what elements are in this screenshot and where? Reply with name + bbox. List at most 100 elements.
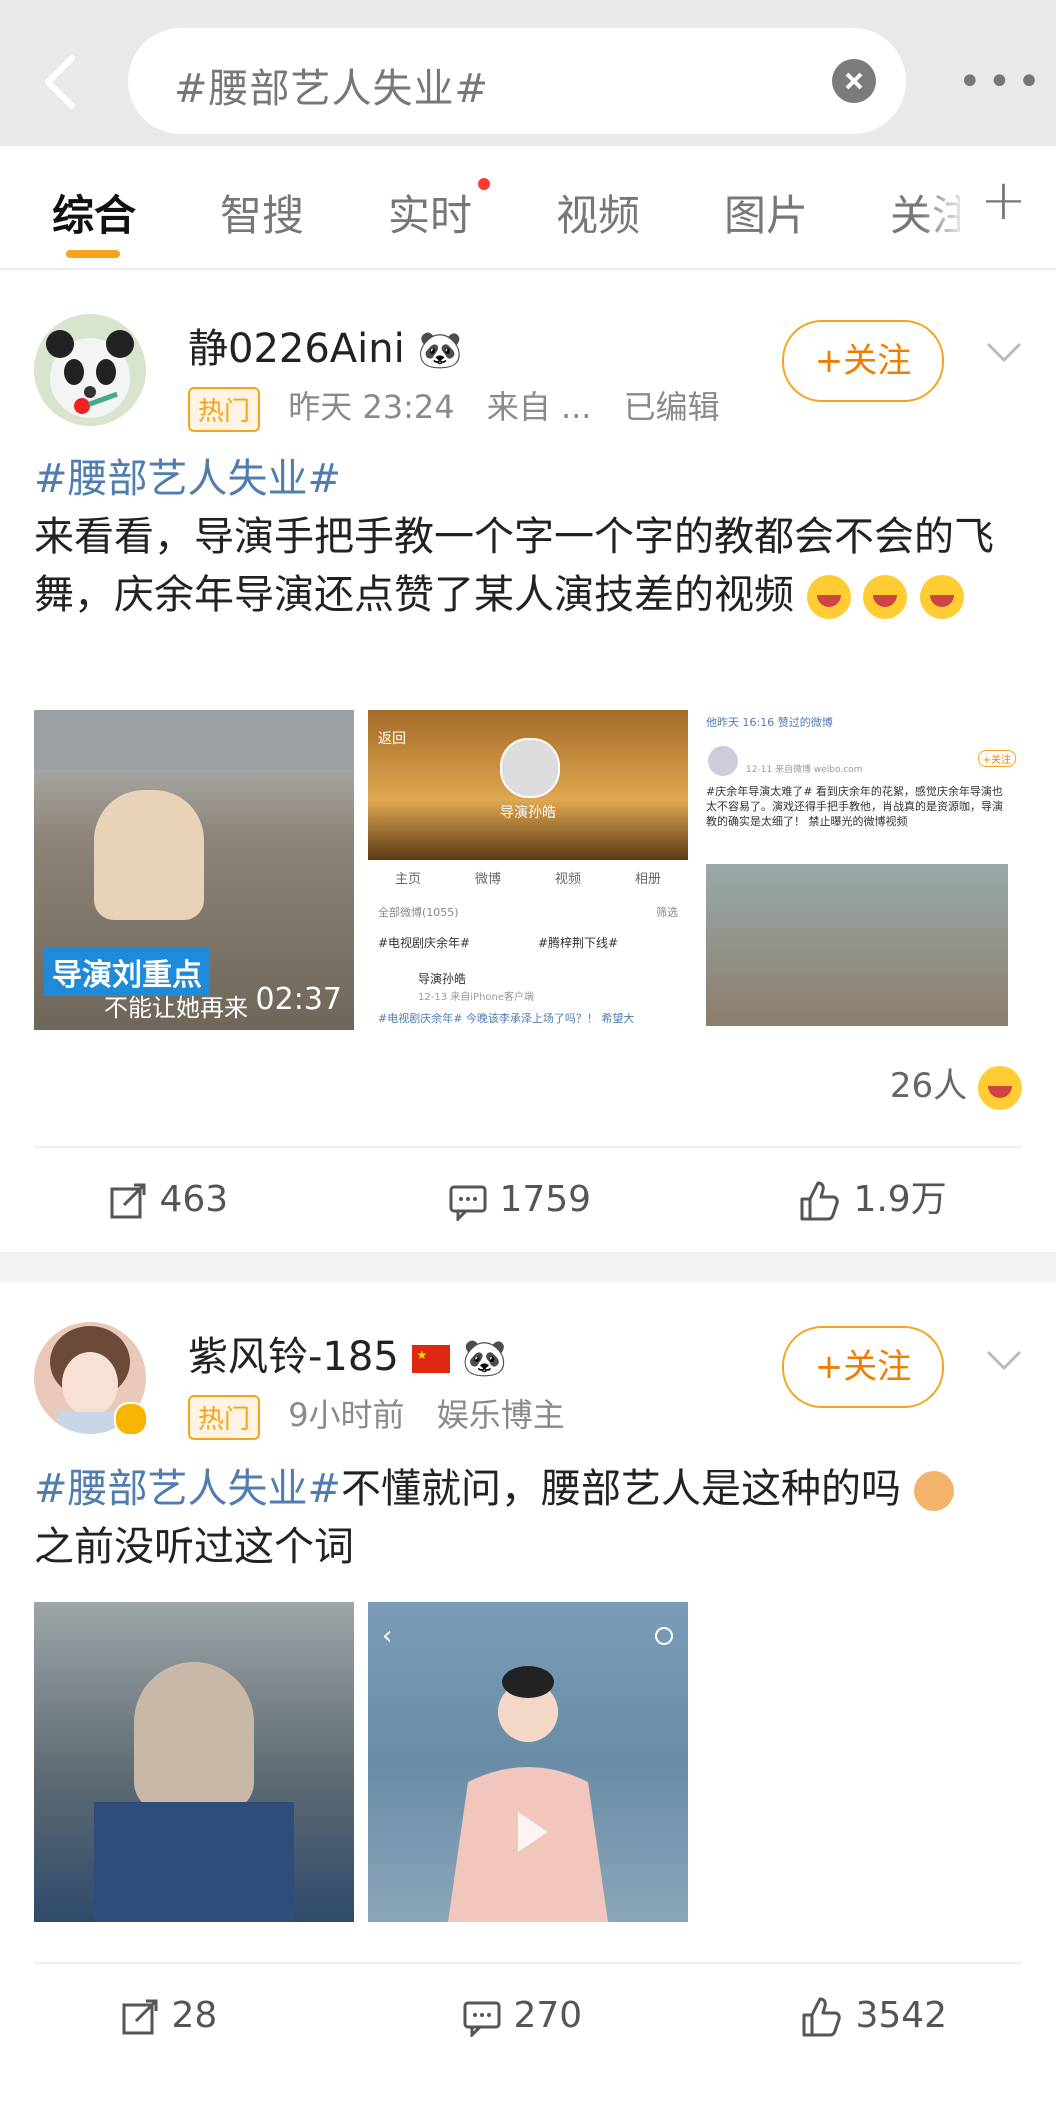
video-still: ‹ (382, 1621, 673, 1922)
active-tab-indicator (66, 250, 120, 258)
profile-nav: 主页 微博 视频 相册 (368, 868, 688, 887)
repost-button[interactable]: 463 (108, 1160, 228, 1240)
post-author[interactable]: 静0226Aini 🐼 (188, 316, 462, 374)
post-source: 来自 ... (486, 388, 592, 426)
panda-avatar-icon (34, 314, 146, 426)
post-image[interactable]: 返回 导演孙皓 主页 微博 视频 相册 全部微博(1055) 筛选 #电视剧庆余… (368, 710, 688, 1030)
comment-button[interactable]: 270 (462, 1976, 582, 2056)
post-text: #腰部艺人失业#不懂就问，腰部艺人是这种的吗 之前没听过这个词 (34, 1460, 1024, 1576)
repost-button[interactable]: 28 (120, 1976, 217, 2056)
profile-nav-item: 视频 (554, 872, 581, 887)
post-author[interactable]: 紫风铃-185 ★ 🐼 (188, 1324, 507, 1382)
comment-icon (463, 2001, 501, 2039)
hashtag-link[interactable]: #腰部艺人失业# (34, 1466, 341, 1512)
post-card: 静0226Aini 🐼 热门 昨天 23:24 来自 ... 已编辑 +关注 #… (0, 270, 1056, 1270)
post-image[interactable] (34, 1602, 354, 1922)
verified-badge-icon (114, 1402, 148, 1436)
person-figure (94, 790, 204, 920)
liked-avatar (708, 746, 738, 776)
post-image[interactable]: 导演刘重点 不能让她再来 02:37 (34, 710, 354, 1030)
tab-bar: 综合 智搜 实时 视频 图片 关注 + (0, 146, 1056, 270)
panda-badge-icon: 🐼 (417, 330, 463, 371)
tab-fade (920, 166, 970, 246)
clothing (94, 1802, 294, 1922)
tab-video[interactable]: 视频 (556, 182, 640, 243)
profile-snippet: #电视剧庆余年# 今晚该李承泽上场了吗？！ 希望大 (378, 1012, 635, 1025)
search-query: #腰部艺人失业# (174, 66, 490, 112)
follow-button[interactable]: +关注 (782, 1326, 944, 1408)
dog-emoji-icon (913, 1471, 954, 1511)
liked-time: 12-11 来自微博 weibo.com (746, 765, 863, 775)
panda-badge-icon: 🐼 (462, 1338, 508, 1379)
post-meta: 热门 昨天 23:24 来自 ... 已编辑 (188, 382, 720, 432)
video-duration: 02:37 (255, 982, 342, 1017)
thumbs-up-icon (800, 1181, 839, 1221)
post-body: 不懂就问，腰部艺人是这种的吗 (341, 1466, 902, 1512)
profile-nav-item: 主页 (394, 872, 421, 887)
like-button[interactable]: 3542 (800, 1976, 947, 2056)
tab-comprehensive[interactable]: 综合 (52, 182, 136, 243)
liked-text: #庆余年导演太难了# 看到庆余年的花絮，感觉庆余年导演也太不容易了。演戏还得手把… (706, 785, 1003, 828)
tab-smart-search[interactable]: 智搜 (220, 182, 304, 243)
clear-search-icon[interactable] (832, 59, 876, 103)
profile-nav-item: 微博 (474, 872, 501, 887)
new-dot-badge (478, 178, 490, 190)
post-time: 9小时前 (288, 1396, 405, 1434)
liked-video-still (706, 864, 1008, 1026)
profile-poster-meta: 12-13 来自iPhone客户端 (418, 992, 534, 1003)
hot-badge: 热门 (188, 386, 261, 432)
profile-tag: #电视剧庆余年# (378, 936, 471, 950)
post-text: #腰部艺人失业# 来看看，导演手把手教一个字一个字的教都会不会的飞舞，庆余年导演… (34, 450, 1024, 624)
laugh-emoji-icon (920, 575, 965, 619)
repost-icon (122, 1999, 158, 2035)
follow-button[interactable]: +关注 (782, 320, 944, 402)
more-options-icon[interactable]: ••• (958, 62, 1047, 102)
chevron-down-icon[interactable] (986, 342, 1022, 362)
feed-gap (0, 1252, 1056, 1282)
comment-button[interactable]: 1759 (448, 1160, 591, 1240)
person-figure (134, 1662, 254, 1812)
tab-images[interactable]: 图片 (724, 182, 808, 243)
hashtag-link[interactable]: #腰部艺人失业# (34, 456, 341, 502)
divider (34, 1962, 1022, 1964)
like-button[interactable]: 1.9万 (798, 1160, 947, 1240)
back-link: 返回 (378, 731, 406, 747)
search-input[interactable]: #腰部艺人失业# (128, 28, 906, 134)
laugh-emoji-icon (806, 575, 851, 619)
profile-name: 导演孙皓 (500, 805, 556, 821)
divider (34, 1146, 1022, 1148)
chevron-down-icon[interactable] (986, 1350, 1022, 1370)
add-tab-icon[interactable]: + (980, 168, 1027, 233)
post-time: 昨天 23:24 (288, 388, 455, 426)
repost-count: 463 (159, 1179, 229, 1220)
reaction-summary[interactable]: 26人 (890, 1058, 1022, 1110)
reaction-count: 26人 (889, 1066, 968, 1106)
action-bar: 463 1759 1.9万 (0, 1160, 1056, 1240)
post-image[interactable]: 他昨天 16:16 赞过的微博 12-11 来自微博 weibo.com +关注… (702, 710, 1022, 1030)
profile-poster: 导演孙皓 (418, 972, 467, 986)
hot-badge: 热门 (188, 1394, 261, 1440)
liked-follow: +关注 (977, 750, 1016, 767)
like-count: 3542 (855, 1995, 948, 2036)
like-count: 1.9万 (853, 1179, 947, 1220)
tab-realtime[interactable]: 实时 (388, 182, 472, 243)
author-name: 静0226Aini (188, 326, 405, 372)
post-image[interactable]: ‹ (368, 1602, 688, 1922)
video-subtitle: 不能让她再来 (104, 994, 248, 1022)
avatar[interactable] (34, 314, 146, 426)
profile-nav-item: 相册 (634, 872, 661, 887)
edited-label: 已编辑 (623, 388, 720, 426)
roof (34, 710, 354, 770)
profile-count: 全部微博(1055) (378, 906, 459, 919)
back-icon[interactable] (40, 52, 80, 112)
repost-icon (110, 1183, 146, 1219)
action-bar: 28 270 3542 (0, 1976, 1056, 2056)
china-flag-icon: ★ (411, 1345, 450, 1373)
thumbs-up-icon (802, 1997, 841, 2037)
repost-count: 28 (171, 1995, 218, 2036)
post-card: 紫风铃-185 ★ 🐼 热门 9小时前 娱乐博主 +关注 #腰部艺人失业#不懂就… (0, 1282, 1056, 2092)
post-source: 娱乐博主 (436, 1396, 565, 1434)
post-meta: 热门 9小时前 娱乐博主 (188, 1390, 565, 1440)
liked-header: 他昨天 16:16 赞过的微博 (706, 716, 833, 729)
author-name: 紫风铃-185 (188, 1334, 399, 1380)
